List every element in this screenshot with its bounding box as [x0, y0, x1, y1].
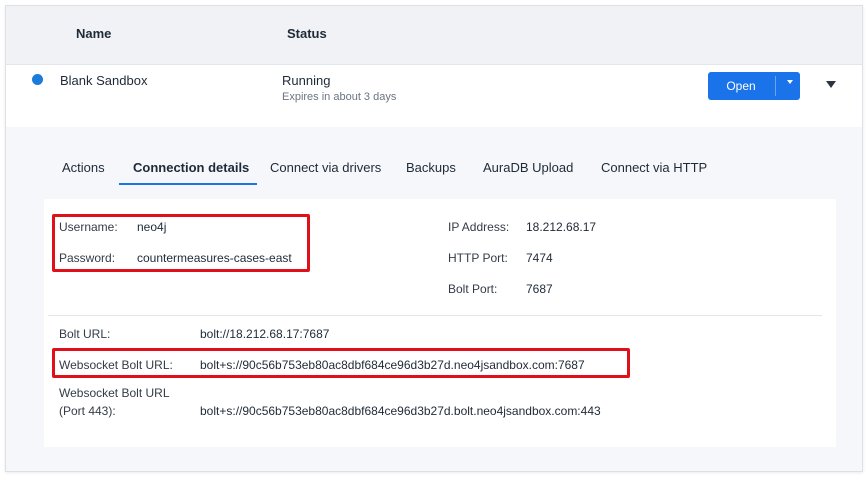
websocket-bolt-443-url-value: bolt+s://90c56b753eb80ac8dbf684ce96d3b27…: [200, 404, 601, 418]
column-header-status: Status: [287, 26, 327, 41]
open-options-dropdown-icon[interactable]: [787, 80, 793, 84]
section-divider: [48, 315, 822, 316]
bolt-url-label: Bolt URL:: [59, 327, 111, 341]
active-tab-indicator: [119, 183, 257, 185]
table-header: Name Status: [6, 6, 862, 65]
expand-row-chevron-icon[interactable]: [826, 81, 836, 88]
tab-backups[interactable]: Backups: [406, 160, 456, 175]
credentials-highlight-box: [52, 214, 310, 272]
bolt-port-label: Bolt Port:: [448, 282, 498, 296]
sandbox-expiry: Expires in about 3 days: [282, 91, 397, 103]
bolt-port-value: 7687: [526, 282, 553, 296]
bolt-url-value: bolt://18.212.68.17:7687: [200, 327, 330, 341]
tab-auradb-upload[interactable]: AuraDB Upload: [483, 160, 573, 175]
status-dot-icon: [32, 74, 43, 85]
open-split-button: Open: [708, 72, 800, 100]
tab-connect-via-drivers[interactable]: Connect via drivers: [270, 160, 381, 175]
ip-address-value: 18.212.68.17: [526, 220, 597, 234]
tab-connect-via-http[interactable]: Connect via HTTP: [601, 160, 707, 175]
tab-actions[interactable]: Actions: [62, 160, 105, 175]
column-header-name: Name: [76, 26, 112, 41]
http-port-label: HTTP Port:: [448, 251, 508, 265]
websocket-bolt-443-label-line2: (Port 443):: [59, 404, 116, 418]
tab-connection-details[interactable]: Connection details: [133, 160, 249, 175]
sandbox-name: Blank Sandbox: [60, 73, 148, 88]
sandbox-status: Running: [282, 73, 331, 88]
open-button[interactable]: Open: [708, 79, 774, 93]
button-divider: [775, 76, 776, 96]
ip-address-label: IP Address:: [448, 220, 510, 234]
http-port-value: 7474: [526, 251, 553, 265]
websocket-url-highlight-box: [52, 348, 630, 378]
websocket-bolt-443-label-line1: Websocket Bolt URL: [59, 386, 170, 400]
